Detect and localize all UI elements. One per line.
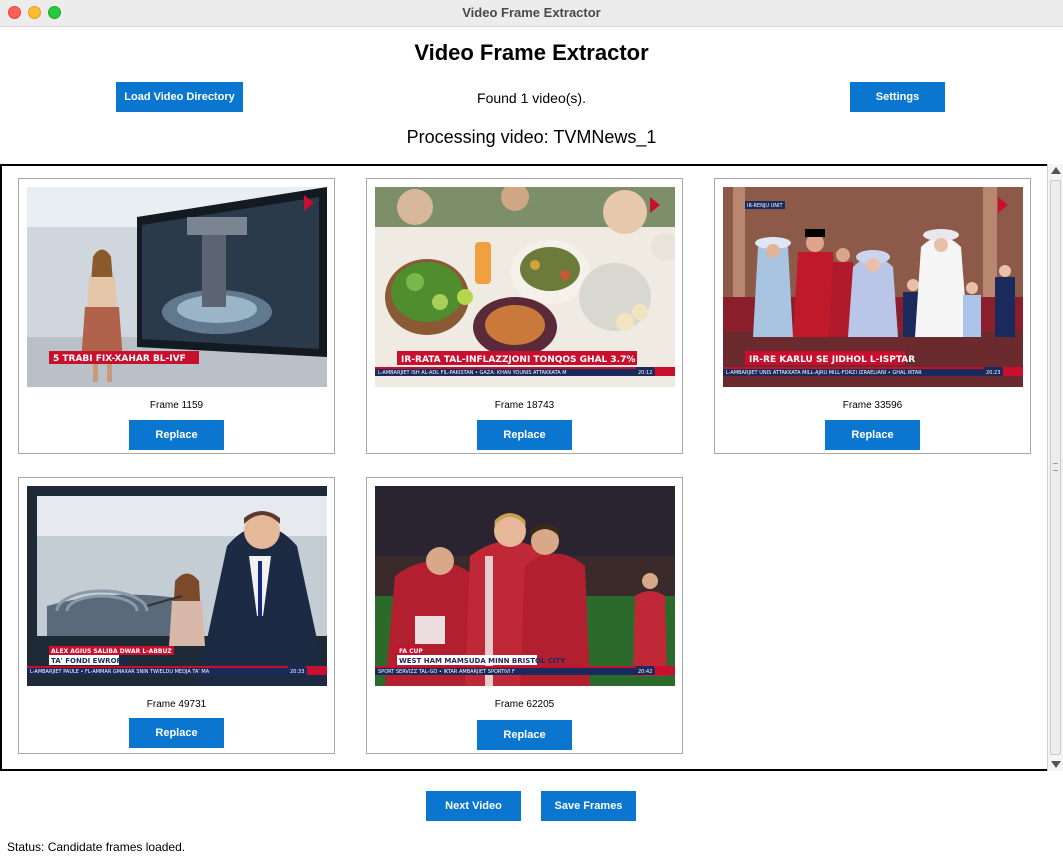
- ticker-time: 20:33: [290, 669, 304, 675]
- lower-third-caption: WEST HAM MAMSUDA MINN BRISTOL CITY: [399, 657, 566, 665]
- news-ticker: SPORT SERVIZZ TAL-GO • IKTAR AMBARJIET S…: [378, 669, 515, 675]
- frame-card: IR-RATA TAL-INFLAZZJONI TONQOS GHAL 3.7%…: [366, 178, 683, 454]
- replace-frame-button[interactable]: Replace: [825, 420, 920, 450]
- lower-third-caption-top: FA CUP: [399, 648, 423, 655]
- replace-frame-button[interactable]: Replace: [477, 720, 572, 750]
- scrollbar-thumb[interactable]: [1050, 180, 1061, 755]
- ticker-time: 20:12: [638, 370, 652, 376]
- settings-button[interactable]: Settings: [850, 82, 945, 112]
- ticker-time: 20:42: [638, 669, 652, 675]
- vertical-scrollbar[interactable]: [1047, 164, 1063, 771]
- window-titlebar: Video Frame Extractor: [0, 0, 1063, 27]
- replace-frame-button[interactable]: Replace: [129, 718, 224, 748]
- frame-thumbnail[interactable]: IR-RENJU UNIT IR-RE KARLU SE JIDHOL L-IS…: [723, 187, 1023, 387]
- frame-number-label: Frame 18743: [494, 400, 555, 411]
- frame-thumbnail[interactable]: ALEX AGIUS SALIBA DWAR L-ABBUZ TA' FONDI…: [27, 486, 327, 686]
- scroll-down-arrow-icon[interactable]: [1051, 761, 1061, 768]
- replace-frame-button[interactable]: Replace: [129, 420, 224, 450]
- save-frames-button[interactable]: Save Frames: [541, 791, 636, 821]
- status-text: Status: Candidate frames loaded.: [7, 840, 186, 854]
- frame-card: ALEX AGIUS SALIBA DWAR L-ABBUZ TA' FONDI…: [18, 477, 335, 754]
- frame-card: IR-RENJU UNIT IR-RE KARLU SE JIDHOL L-IS…: [714, 178, 1031, 454]
- frame-number-label: Frame 1159: [149, 400, 204, 411]
- frame-thumbnail[interactable]: 5 TRABI FIX-XAHAR BL-IVF: [27, 187, 327, 387]
- replace-frame-button[interactable]: Replace: [477, 420, 572, 450]
- program-tag: IR-RENJU UNIT: [747, 203, 784, 209]
- frame-number-label: Frame 33596: [842, 400, 903, 411]
- scroll-up-arrow-icon[interactable]: [1051, 167, 1061, 174]
- lower-third-caption: IR-RATA TAL-INFLAZZJONI TONQOS GHAL 3.7%: [401, 355, 635, 365]
- app-title: Video Frame Extractor: [414, 40, 649, 65]
- lower-third-caption: TA' FONDI EWROPEJ: [51, 657, 129, 665]
- news-ticker: L-AMBARJIET PAULE • FL-AMMAR GMAXAR SNIN…: [30, 669, 210, 675]
- frames-grid[interactable]: 5 TRABI FIX-XAHAR BL-IVF Frame 1159 Repl…: [0, 164, 1049, 771]
- frame-card: 5 TRABI FIX-XAHAR BL-IVF Frame 1159 Repl…: [18, 178, 335, 454]
- lower-third-caption: 5 TRABI FIX-XAHAR BL-IVF: [53, 354, 186, 364]
- frame-number-label: Frame 62205: [494, 699, 555, 710]
- window-title: Video Frame Extractor: [462, 5, 601, 20]
- ticker-time: 20:23: [986, 370, 1000, 376]
- frame-thumbnail[interactable]: IR-RATA TAL-INFLAZZJONI TONQOS GHAL 3.7%…: [375, 187, 675, 387]
- frame-card: FA CUP WEST HAM MAMSUDA MINN BRISTOL CIT…: [366, 477, 683, 754]
- lower-third-caption: IR-RE KARLU SE JIDHOL L-ISPTAR: [749, 355, 915, 365]
- news-ticker: L-AMBARJIET ISH AL-ADL FIL-PAKISTAN • GA…: [378, 370, 567, 376]
- news-ticker: L-AMBARJIET UNIS ATTAKKATA MILL-AJRU MIL…: [726, 370, 922, 376]
- frame-thumbnail[interactable]: FA CUP WEST HAM MAMSUDA MINN BRISTOL CIT…: [375, 486, 675, 686]
- lower-third-caption-top: ALEX AGIUS SALIBA DWAR L-ABBUZ: [51, 648, 172, 655]
- frame-number-label: Frame 49731: [146, 699, 207, 710]
- scrollbar-grip-icon: [1053, 463, 1058, 471]
- next-video-button[interactable]: Next Video: [426, 791, 521, 821]
- processing-video-text: Processing video: TVMNews_1: [406, 127, 657, 147]
